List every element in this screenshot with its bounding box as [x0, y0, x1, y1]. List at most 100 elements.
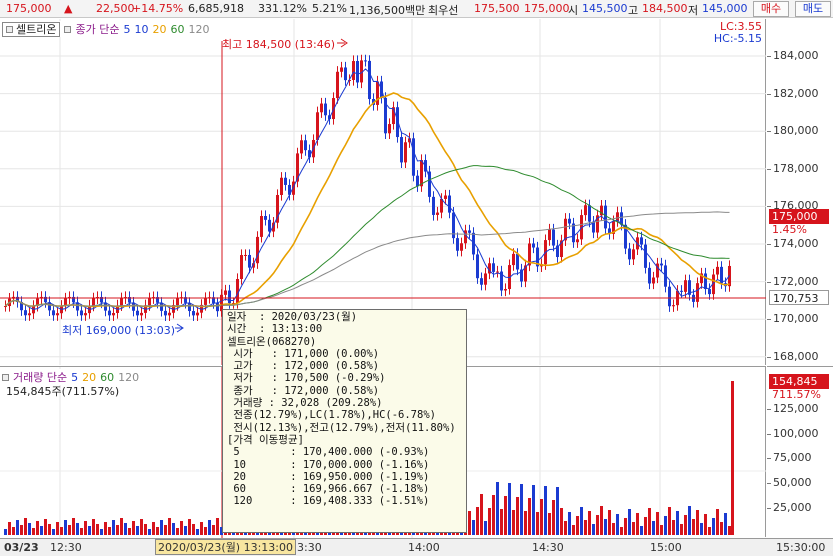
tooltip-value: : 172,000 (0.58%): [252, 384, 380, 397]
volume-bar: [496, 482, 499, 535]
crosshair-time: 2020/03/23(월) 13:13:00: [155, 539, 297, 555]
candle-body: [652, 277, 655, 284]
tooltip-key: 시가: [227, 347, 253, 360]
candle-body: [696, 283, 699, 302]
candle-body: [356, 61, 359, 83]
volume-bar: [124, 523, 127, 535]
candle-body: [568, 218, 571, 224]
current-pct-tag: 1.45%: [772, 223, 807, 236]
tooltip-row: 20 : 169,950.000 (-1.19%): [227, 471, 462, 483]
indicator-icon[interactable]: [64, 25, 72, 33]
tooltip-row: 10 : 170,000.000 (-1.16%): [227, 459, 462, 471]
volume-bar: [612, 523, 615, 535]
tooltip-value: : 170,500 (-0.29%): [252, 372, 386, 385]
volume-bar: [144, 524, 147, 535]
volume-bar: [208, 520, 211, 535]
tooltip-row: 저가 : 170,500 (-0.29%): [227, 372, 462, 384]
candle-body: [668, 286, 671, 307]
volume-bar: [204, 527, 207, 535]
price-tick-mark: [767, 131, 771, 133]
candle-body: [548, 229, 551, 241]
candle-body: [344, 67, 347, 81]
volume-bar: [504, 496, 507, 535]
indicator-icon[interactable]: [2, 373, 9, 381]
volume-bar: [500, 509, 503, 535]
volume-bar: [40, 526, 43, 535]
volume-bar: [120, 518, 123, 535]
price-tick-mark: [767, 93, 771, 95]
price-tick-mark: [767, 281, 771, 283]
price-tick-mark: [767, 56, 771, 57]
volume-bar: [680, 524, 683, 535]
candle-body: [564, 218, 567, 241]
price-change: 22,500: [96, 2, 135, 15]
candle-body: [188, 302, 191, 312]
candle-body: [436, 212, 439, 215]
volume-bar: [80, 528, 83, 535]
buy-button[interactable]: 매수: [753, 1, 789, 17]
time-label: 15:30:00: [776, 541, 826, 554]
tooltip-key: 일자: [227, 311, 247, 323]
volume-bar: [552, 500, 555, 535]
candle-body: [616, 212, 619, 222]
tooltip-key: 저가: [227, 372, 253, 385]
price-tick-label: 168,000: [773, 349, 819, 363]
volume-bar: [48, 524, 51, 535]
volume-bar: [644, 517, 647, 535]
tooltip-row: 거래량 : 32,028 (209.28%): [227, 397, 462, 409]
candle-body: [448, 195, 451, 213]
tooltip-key: 120: [227, 495, 253, 508]
current-price: 175,000: [6, 2, 52, 15]
ma-20: 20: [152, 22, 167, 36]
volume-bar: [712, 518, 715, 535]
tooltip-value: : 169,950.000 (-1.19%): [245, 470, 430, 483]
sell-button[interactable]: 매도: [795, 1, 831, 17]
tooltip-key: 60: [227, 483, 246, 496]
volume-bar: [608, 510, 611, 535]
volume: 6,685,918: [188, 2, 244, 15]
volume-bar: [536, 512, 539, 535]
volume-bar: [596, 515, 599, 535]
volume-bar: [512, 510, 515, 535]
tooltip-key: 종가: [227, 384, 253, 397]
ma-label: 종가 단순: [75, 23, 120, 36]
candle-body: [160, 302, 163, 311]
candle-body: [320, 103, 323, 113]
volume-bar: [664, 516, 667, 535]
candle-body: [228, 290, 231, 304]
candle-body: [256, 236, 259, 264]
candle-body: [364, 60, 367, 62]
candle-body: [264, 215, 267, 220]
selector-icon: [6, 25, 13, 33]
candle-body: [684, 280, 687, 292]
stock-selector[interactable]: 셀트리온: [2, 21, 61, 37]
candle-body: [584, 205, 587, 216]
price-tick-mark: [767, 244, 771, 245]
candle-body: [648, 267, 651, 284]
hc-value: HC:-5.15: [713, 32, 762, 45]
turnover: 5.21%: [312, 2, 347, 15]
volume-bar: [556, 487, 559, 535]
tooltip-value: : 170,000.000 (-1.16%): [245, 458, 430, 471]
volume-bar: [696, 510, 699, 535]
tooltip-key: 고가: [227, 360, 253, 373]
price-tick-label: 184,000: [773, 49, 819, 62]
volume-bar: [64, 520, 67, 535]
ma-5: 5: [123, 22, 131, 36]
tooltip-key: 10: [227, 458, 246, 471]
price-tick-mark: [767, 168, 771, 170]
candle-body: [376, 81, 379, 105]
candle-body: [588, 205, 591, 222]
low-annotation: 최저 169,000 (13:03): [62, 322, 176, 338]
vma-120: 120: [118, 370, 140, 384]
open-price: 145,500: [582, 2, 628, 15]
candle-body: [224, 290, 227, 295]
candle-body: [340, 67, 343, 72]
volume-bar: [480, 494, 483, 535]
volume-bar: [700, 523, 703, 535]
volume-tick-label: 125,000: [773, 402, 819, 415]
candle-body: [708, 289, 711, 295]
volume-bar: [520, 484, 523, 535]
candle-body: [444, 195, 447, 199]
volume-bar: [528, 498, 531, 535]
